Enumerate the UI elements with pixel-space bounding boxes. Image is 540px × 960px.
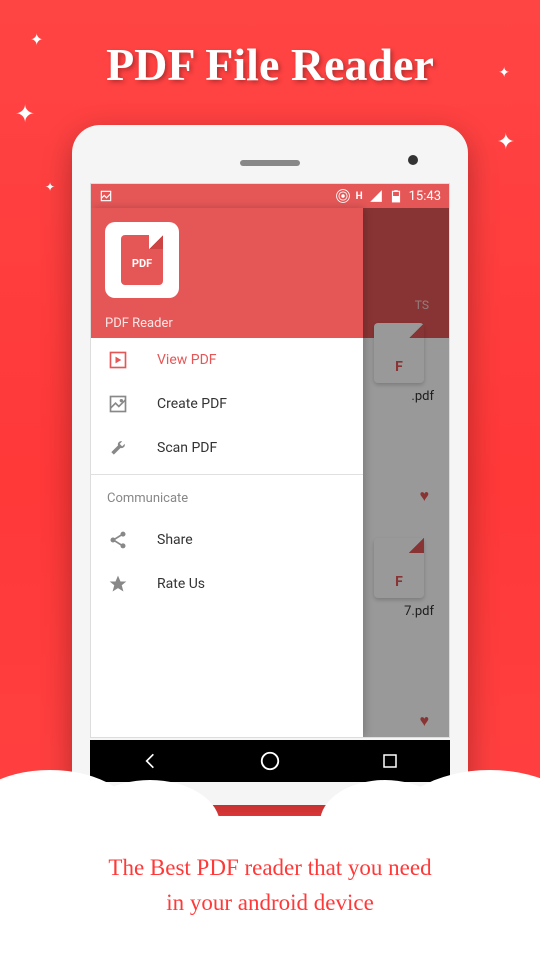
camera-icon xyxy=(408,155,418,165)
play-frame-icon xyxy=(107,349,129,371)
menu-item-share[interactable]: Share xyxy=(91,518,363,562)
menu-section-label: Communicate xyxy=(91,479,363,518)
promo-title: PDF File Reader xyxy=(0,38,540,91)
drawer-title: PDF Reader xyxy=(105,316,349,331)
clock-label: 15:43 xyxy=(409,189,441,204)
phone-mockup: H 15:43 TS F .pdf ♥ F 7.pdf xyxy=(72,125,468,805)
menu-item-view-pdf[interactable]: View PDF xyxy=(91,338,363,382)
menu-item-scan-pdf[interactable]: Scan PDF xyxy=(91,426,363,470)
menu-item-label: Create PDF xyxy=(157,396,227,412)
menu-item-rate-us[interactable]: Rate Us xyxy=(91,562,363,606)
status-bar: H 15:43 xyxy=(91,184,449,208)
share-icon xyxy=(107,529,129,551)
divider xyxy=(91,474,363,475)
navigation-drawer: PDF PDF Reader View PDF Create PDF xyxy=(91,208,363,737)
star-icon xyxy=(107,573,129,595)
app-icon: PDF xyxy=(105,222,179,298)
sparkle-icon: ✦ xyxy=(15,100,35,128)
drawer-header: PDF PDF Reader xyxy=(91,208,363,338)
menu-item-label: Scan PDF xyxy=(157,440,217,456)
signal-icon xyxy=(369,189,383,203)
sparkle-icon: ✦ xyxy=(45,180,55,194)
promo-tagline: The Best PDF reader that you need in you… xyxy=(0,851,540,920)
phone-earpiece-area xyxy=(90,143,450,183)
wrench-icon xyxy=(107,437,129,459)
image-icon xyxy=(107,393,129,415)
hotspot-icon xyxy=(336,189,350,203)
network-type-label: H xyxy=(356,191,363,202)
speaker-icon xyxy=(240,160,300,166)
menu-item-label: Rate Us xyxy=(157,576,205,592)
menu-item-label: View PDF xyxy=(157,352,217,368)
screenshot-icon xyxy=(99,189,113,203)
menu-item-label: Share xyxy=(157,532,193,548)
battery-icon xyxy=(389,189,403,203)
phone-screen: H 15:43 TS F .pdf ♥ F 7.pdf xyxy=(90,183,450,738)
menu-item-create-pdf[interactable]: Create PDF xyxy=(91,382,363,426)
sparkle-icon: ✦ xyxy=(497,130,515,155)
